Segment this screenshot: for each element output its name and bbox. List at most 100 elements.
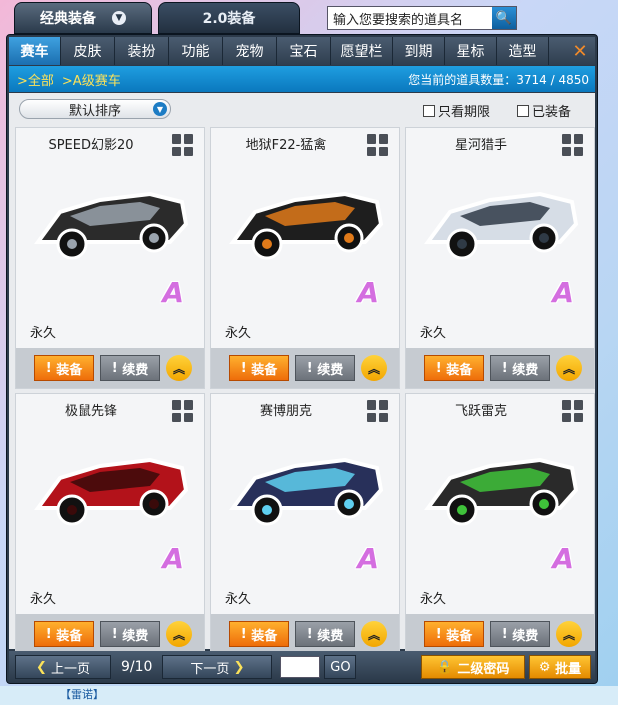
card-actions: ! 装备 ! 续费 ︽ xyxy=(211,348,399,388)
crumb-all[interactable]: >全部 xyxy=(17,70,54,89)
renew-button[interactable]: ! 续费 xyxy=(100,621,160,647)
top-tabs: 经典装备 ▼ 2.0装备 xyxy=(14,2,300,34)
equip-button[interactable]: ! 装备 xyxy=(229,621,289,647)
grade-badge: A xyxy=(552,542,574,575)
alert-icon: ! xyxy=(435,360,447,376)
item-name: 地狱F22-猛禽 xyxy=(245,138,327,153)
grade-badge: A xyxy=(162,542,184,575)
item-name: 飞跃雷克 xyxy=(454,404,507,419)
item-card[interactable]: 星河猎手 A 永久 ! 装备 ! 续费 ︽ xyxy=(405,127,595,389)
duration-label: 永久 xyxy=(30,592,57,607)
duration-label: 永久 xyxy=(420,592,447,607)
sort-select[interactable]: 默认排序 ▼ xyxy=(19,99,171,119)
search-icon[interactable]: 🔍 xyxy=(492,7,516,29)
secondary-password-button[interactable]: 🔒 二级密码 xyxy=(421,655,525,679)
item-card[interactable]: 地狱F22-猛禽 A 永久 ! 装备 ! 续费 ︽ xyxy=(210,127,400,389)
grid-icon[interactable] xyxy=(367,400,389,422)
upgrade-chevron-icon[interactable]: ︽ xyxy=(556,355,582,381)
renew-label: 续费 xyxy=(317,362,344,378)
alert-icon: ! xyxy=(111,626,123,642)
grid-icon[interactable] xyxy=(172,134,194,156)
grade-badge: A xyxy=(357,542,379,575)
search-input[interactable]: 输入您要搜索的道具名 xyxy=(328,9,492,28)
item-card[interactable]: 极鼠先锋 A 永久 ! 装备 ! 续费 ︽ xyxy=(15,393,205,655)
tab-cars[interactable]: 赛车 xyxy=(9,37,61,65)
renew-button[interactable]: ! 续费 xyxy=(100,355,160,381)
item-card[interactable]: SPEED幻影20 A 永久 ! 装备 ! 续费 ︽ xyxy=(15,127,205,389)
batch-button[interactable]: ⚙ 批量 xyxy=(529,655,591,679)
lock-icon: 🔒 xyxy=(436,659,458,675)
item-card[interactable]: 飞跃雷克 A 永久 ! 装备 ! 续费 ︽ xyxy=(405,393,595,655)
search-box: 输入您要搜索的道具名 🔍 xyxy=(327,6,517,30)
duration-label: 永久 xyxy=(420,326,447,341)
item-area: 默认排序 ▼ 只看期限 已装备 SPEED幻影20 A 永久 ! 装备 ! 续费… xyxy=(9,93,595,655)
alert-icon: ! xyxy=(45,626,57,642)
alert-icon: ! xyxy=(240,360,252,376)
equip-label: 装备 xyxy=(56,362,83,378)
car-image xyxy=(424,191,579,260)
renew-button[interactable]: ! 续费 xyxy=(490,621,550,647)
page-input[interactable] xyxy=(280,656,321,678)
filter-equipped-label: 已装备 xyxy=(532,105,572,120)
tab-expiring[interactable]: 到期 xyxy=(393,37,445,65)
item-name: 极鼠先锋 xyxy=(64,404,117,419)
grid-icon[interactable] xyxy=(367,134,389,156)
item-count: 您当前的道具数量：3714 / 4850 xyxy=(408,72,589,87)
item-card[interactable]: 赛博朋克 A 永久 ! 装备 ! 续费 ︽ xyxy=(210,393,400,655)
chevron-left-icon: ❮ xyxy=(35,659,51,675)
grade-badge: A xyxy=(357,276,379,309)
crumb-a-class-cars[interactable]: >A级赛车 xyxy=(62,70,121,89)
upgrade-chevron-icon[interactable]: ︽ xyxy=(361,355,387,381)
close-icon[interactable]: ✕ xyxy=(565,41,595,62)
car-image xyxy=(34,191,189,260)
tab-skins[interactable]: 皮肤 xyxy=(61,37,115,65)
upgrade-chevron-icon[interactable]: ︽ xyxy=(166,355,192,381)
filter-equipped[interactable]: 已装备 xyxy=(517,101,571,120)
tab-classic-label: 经典装备 xyxy=(40,11,96,27)
upgrade-chevron-icon[interactable]: ︽ xyxy=(166,621,192,647)
tab-pets[interactable]: 宠物 xyxy=(223,37,277,65)
car-image xyxy=(229,191,384,260)
renew-button[interactable]: ! 续费 xyxy=(295,621,355,647)
next-page-button[interactable]: 下一页 ❯ xyxy=(162,655,273,679)
tab-starred[interactable]: 星标 xyxy=(445,37,497,65)
checkbox[interactable] xyxy=(423,104,435,117)
renew-label: 续费 xyxy=(512,628,539,644)
renew-button[interactable]: ! 续费 xyxy=(295,355,355,381)
go-button[interactable]: GO xyxy=(324,655,357,679)
equip-button[interactable]: ! 装备 xyxy=(34,355,94,381)
tab-v2-equipment[interactable]: 2.0装备 xyxy=(158,2,300,34)
grid-icon[interactable] xyxy=(172,400,194,422)
equip-label: 装备 xyxy=(446,628,473,644)
item-name: 赛博朋克 xyxy=(259,404,312,419)
filter-expiring[interactable]: 只看期限 xyxy=(423,101,490,120)
tab-styles[interactable]: 造型 xyxy=(497,37,549,65)
tab-outfits[interactable]: 装扮 xyxy=(115,37,169,65)
equip-label: 装备 xyxy=(56,628,83,644)
renew-label: 续费 xyxy=(122,362,149,378)
tab-functions[interactable]: 功能 xyxy=(169,37,223,65)
grade-badge: A xyxy=(552,276,574,309)
prev-page-button[interactable]: ❮ 上一页 xyxy=(15,655,111,679)
renew-button[interactable]: ! 续费 xyxy=(490,355,550,381)
renew-label: 续费 xyxy=(317,628,344,644)
grade-badge: A xyxy=(162,276,184,309)
equip-button[interactable]: ! 装备 xyxy=(424,355,484,381)
grid-icon[interactable] xyxy=(562,134,584,156)
tab-gems[interactable]: 宝石 xyxy=(277,37,331,65)
upgrade-chevron-icon[interactable]: ︽ xyxy=(361,621,387,647)
item-grid: SPEED幻影20 A 永久 ! 装备 ! 续费 ︽ 地狱F22-猛禽 A 永久… xyxy=(15,127,595,655)
equip-button[interactable]: ! 装备 xyxy=(34,621,94,647)
chevron-down-icon[interactable]: ▼ xyxy=(112,11,126,25)
checkbox[interactable] xyxy=(517,104,529,117)
duration-label: 永久 xyxy=(225,592,252,607)
upgrade-chevron-icon[interactable]: ︽ xyxy=(556,621,582,647)
equip-button[interactable]: ! 装备 xyxy=(229,355,289,381)
pagination-bar: ❮ 上一页 9/10 下一页 ❯ GO 🔒 二级密码 ⚙ 批量 xyxy=(9,651,595,683)
grid-icon[interactable] xyxy=(562,400,584,422)
tab-classic-equipment[interactable]: 经典装备 ▼ xyxy=(14,2,152,34)
alert-icon: ! xyxy=(435,626,447,642)
tab-wishlist[interactable]: 愿望栏 xyxy=(331,37,393,65)
inventory-panel: 赛车 皮肤 装扮 功能 宠物 宝石 愿望栏 到期 星标 造型 ✕ >全部 >A级… xyxy=(6,34,598,684)
equip-button[interactable]: ! 装备 xyxy=(424,621,484,647)
